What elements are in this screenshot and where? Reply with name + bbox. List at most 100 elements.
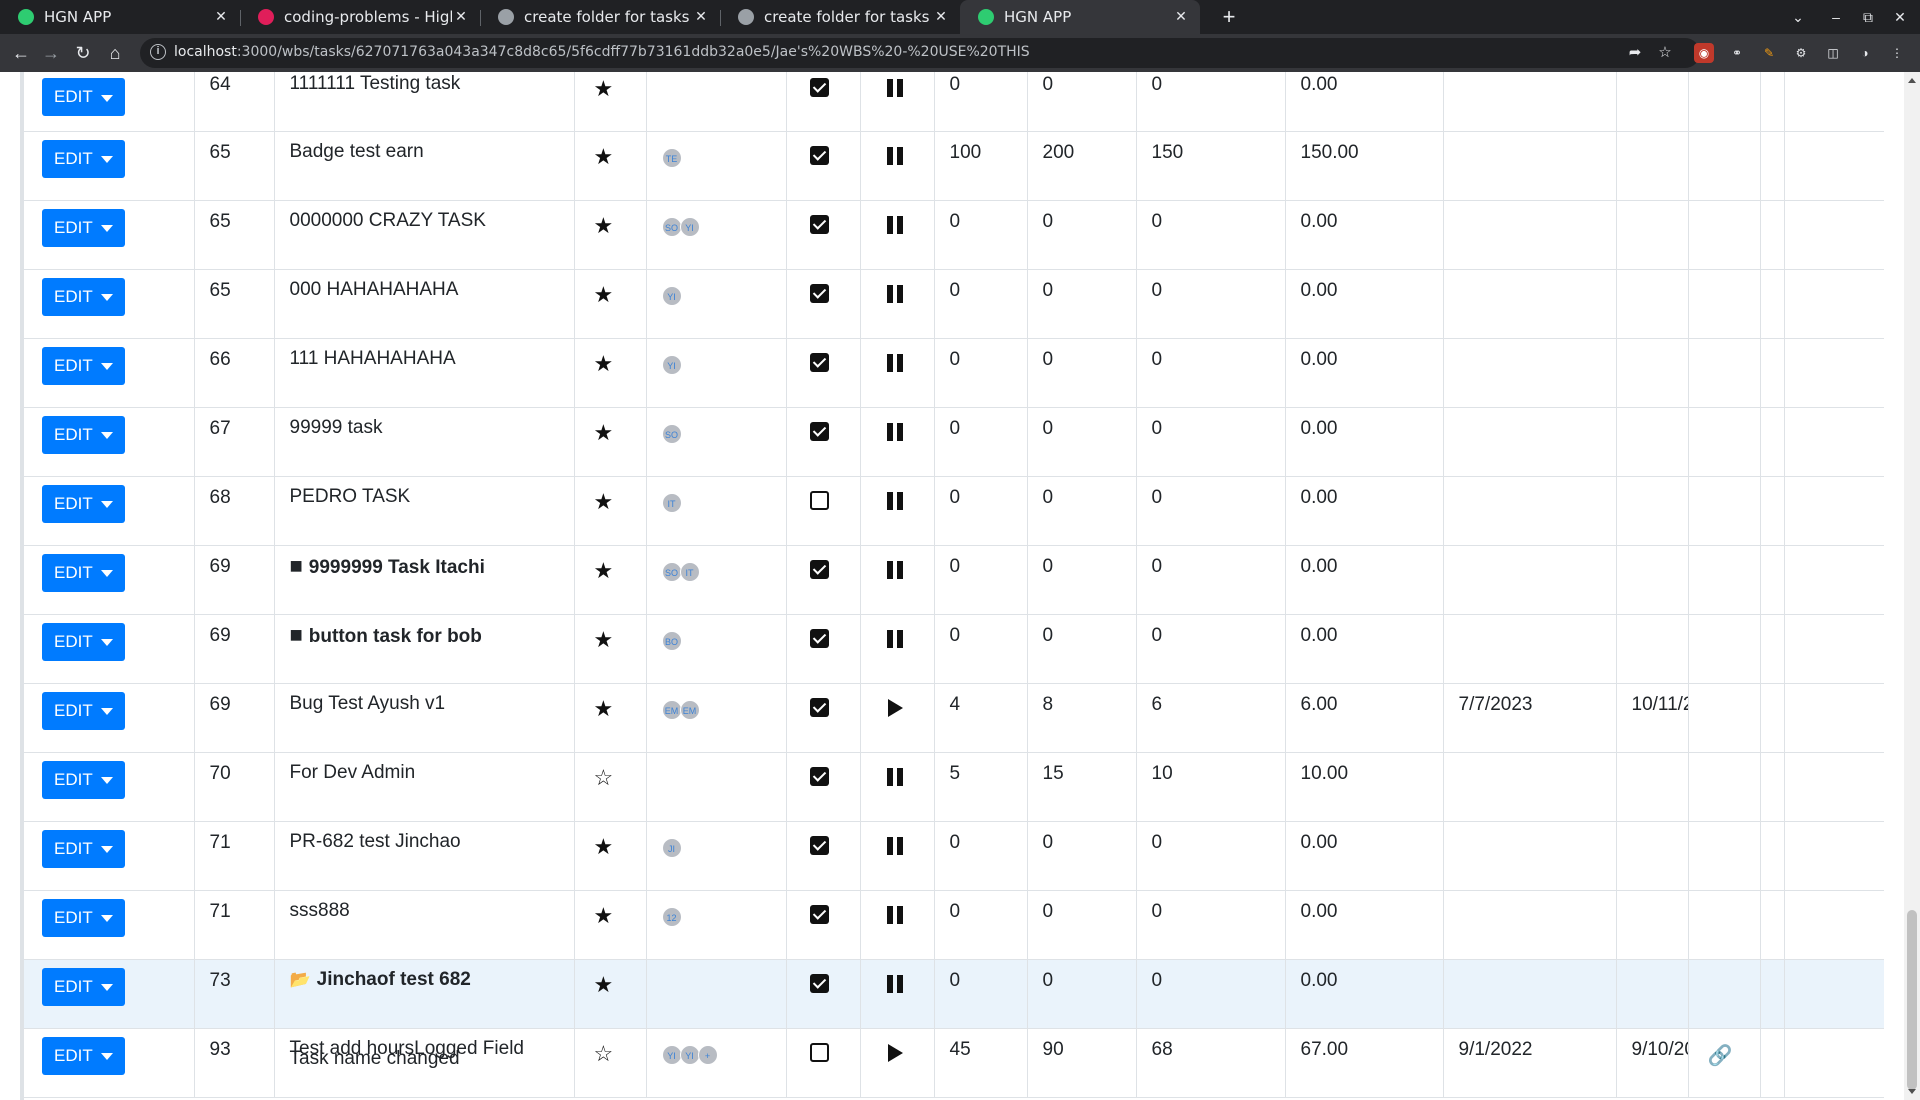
extensions-puzzle-icon[interactable]: ⚙ xyxy=(1791,43,1811,63)
checkbox-checked-icon[interactable] xyxy=(809,766,829,786)
back-icon[interactable]: ← xyxy=(8,40,34,66)
scroll-up-icon[interactable] xyxy=(1908,78,1916,83)
side-panel-icon[interactable]: ◫ xyxy=(1823,43,1843,63)
task-name[interactable]: 0000000 CRAZY TASK xyxy=(290,210,559,231)
close-window-icon[interactable]: ✕ xyxy=(1887,4,1913,30)
home-icon[interactable]: ⌂ xyxy=(102,40,128,66)
new-tab-icon[interactable]: + xyxy=(1216,4,1242,30)
task-name[interactable]: 99999 task xyxy=(290,417,559,438)
avatar[interactable]: YI xyxy=(661,1044,682,1065)
edit-dropdown-button[interactable]: EDIT xyxy=(42,1036,125,1075)
checkbox-checked-icon[interactable] xyxy=(809,214,829,234)
task-name[interactable]: Bug Test Ayush v1 xyxy=(290,693,559,714)
pause-icon[interactable] xyxy=(886,905,904,924)
avatar[interactable]: YI xyxy=(679,216,700,237)
avatar[interactable]: 12 xyxy=(661,906,682,927)
scrollbar-thumb[interactable] xyxy=(1907,910,1917,1090)
browser-tab[interactable]: HGN APP ✕ xyxy=(960,0,1200,34)
pause-icon[interactable] xyxy=(886,974,904,993)
task-name[interactable]: sss888 xyxy=(290,900,559,921)
forward-icon[interactable]: → xyxy=(38,40,64,66)
avatar[interactable]: SO xyxy=(661,423,682,444)
pause-icon[interactable] xyxy=(886,767,904,786)
close-tab-icon[interactable]: ✕ xyxy=(452,9,470,25)
play-icon[interactable] xyxy=(887,698,903,717)
close-tab-icon[interactable]: ✕ xyxy=(212,9,230,25)
avatar[interactable]: TE xyxy=(661,147,682,168)
avatar[interactable]: SO xyxy=(661,216,682,237)
avatar[interactable]: + xyxy=(697,1044,718,1065)
avatar[interactable]: IT xyxy=(679,561,700,582)
task-name[interactable]: 000 HAHAHAHAHA xyxy=(290,279,559,300)
avatar[interactable]: JI xyxy=(661,837,682,858)
avatar[interactable]: YI xyxy=(661,354,682,375)
share-icon[interactable]: ➦ xyxy=(1625,43,1645,63)
edit-dropdown-button[interactable]: EDIT xyxy=(42,78,125,116)
restore-icon[interactable]: ⧉ xyxy=(1855,4,1881,30)
pause-icon[interactable] xyxy=(886,353,904,372)
site-info-icon[interactable]: i xyxy=(150,44,166,60)
checkbox-empty-icon[interactable] xyxy=(809,1042,829,1062)
avatar[interactable]: YI xyxy=(679,1044,700,1065)
edit-dropdown-button[interactable]: EDIT xyxy=(42,208,125,247)
checkbox-checked-icon[interactable] xyxy=(809,559,829,579)
minimize-icon[interactable]: – xyxy=(1823,4,1849,30)
edit-dropdown-button[interactable]: EDIT xyxy=(42,139,125,178)
reload-icon[interactable]: ↻ xyxy=(70,40,96,66)
pause-icon[interactable] xyxy=(886,146,904,165)
address-bar[interactable]: i localhost:3000/wbs/tasks/627071763a043… xyxy=(140,38,1700,68)
task-name[interactable]: 1111111 Testing task xyxy=(290,74,559,94)
close-tab-icon[interactable]: ✕ xyxy=(1172,9,1190,25)
link-icon[interactable]: 🔗 xyxy=(1708,1043,1733,1068)
profile-icon[interactable]: ◑ xyxy=(1855,43,1875,63)
avatar[interactable]: BO xyxy=(661,630,682,651)
checkbox-checked-icon[interactable] xyxy=(809,283,829,303)
task-name[interactable]: ■ button task for bob xyxy=(290,623,559,647)
pause-icon[interactable] xyxy=(886,284,904,303)
edit-dropdown-button[interactable]: EDIT xyxy=(42,691,125,730)
checkbox-checked-icon[interactable] xyxy=(809,628,829,648)
task-name[interactable]: 111 HAHAHAHAHA xyxy=(290,348,559,369)
avatar[interactable]: SO xyxy=(661,561,682,582)
page-scrollbar[interactable] xyxy=(1904,72,1920,1100)
extension-icon[interactable]: ✎ xyxy=(1759,43,1779,63)
edit-dropdown-button[interactable]: EDIT xyxy=(42,346,125,385)
pause-icon[interactable] xyxy=(886,491,904,510)
avatar[interactable]: YI xyxy=(661,285,682,306)
edit-dropdown-button[interactable]: EDIT xyxy=(42,622,125,661)
pause-icon[interactable] xyxy=(886,836,904,855)
edit-dropdown-button[interactable]: EDIT xyxy=(42,898,125,937)
browser-tab[interactable]: create folder for tasks wi✕ xyxy=(480,0,720,34)
close-tab-icon[interactable]: ✕ xyxy=(692,9,710,25)
checkbox-checked-icon[interactable] xyxy=(809,835,829,855)
extension-icon[interactable]: ⚭ xyxy=(1727,43,1747,63)
edit-dropdown-button[interactable]: EDIT xyxy=(42,829,125,868)
task-name[interactable]: ■ 9999999 Task Itachi xyxy=(290,554,559,578)
pause-icon[interactable] xyxy=(886,560,904,579)
tab-search-icon[interactable]: ⌄ xyxy=(1785,4,1811,30)
task-name[interactable]: 📂 Jinchaof test 682 xyxy=(290,969,559,990)
task-name[interactable]: PEDRO TASK xyxy=(290,486,559,507)
scroll-down-icon[interactable] xyxy=(1908,1089,1916,1094)
checkbox-checked-icon[interactable] xyxy=(809,421,829,441)
checkbox-checked-icon[interactable] xyxy=(809,904,829,924)
checkbox-empty-icon[interactable] xyxy=(809,490,829,510)
edit-dropdown-button[interactable]: EDIT xyxy=(42,967,125,1006)
close-tab-icon[interactable]: ✕ xyxy=(932,9,950,25)
pause-icon[interactable] xyxy=(886,629,904,648)
avatar[interactable]: IT xyxy=(661,492,682,513)
menu-icon[interactable]: ⋮ xyxy=(1887,43,1907,63)
pause-icon[interactable] xyxy=(886,422,904,441)
browser-tab[interactable]: HGN APP ✕ xyxy=(0,0,240,34)
checkbox-checked-icon[interactable] xyxy=(809,973,829,993)
edit-dropdown-button[interactable]: EDIT xyxy=(42,277,125,316)
task-name[interactable]: PR-682 test Jinchao xyxy=(290,831,559,852)
edit-dropdown-button[interactable]: EDIT xyxy=(42,415,125,454)
pause-icon[interactable] xyxy=(886,79,904,97)
checkbox-checked-icon[interactable] xyxy=(809,78,829,97)
bookmark-star-icon[interactable]: ☆ xyxy=(1655,43,1675,63)
checkbox-checked-icon[interactable] xyxy=(809,145,829,165)
pause-icon[interactable] xyxy=(886,215,904,234)
edit-dropdown-button[interactable]: EDIT xyxy=(42,553,125,592)
task-name[interactable]: Badge test earn xyxy=(290,141,559,162)
